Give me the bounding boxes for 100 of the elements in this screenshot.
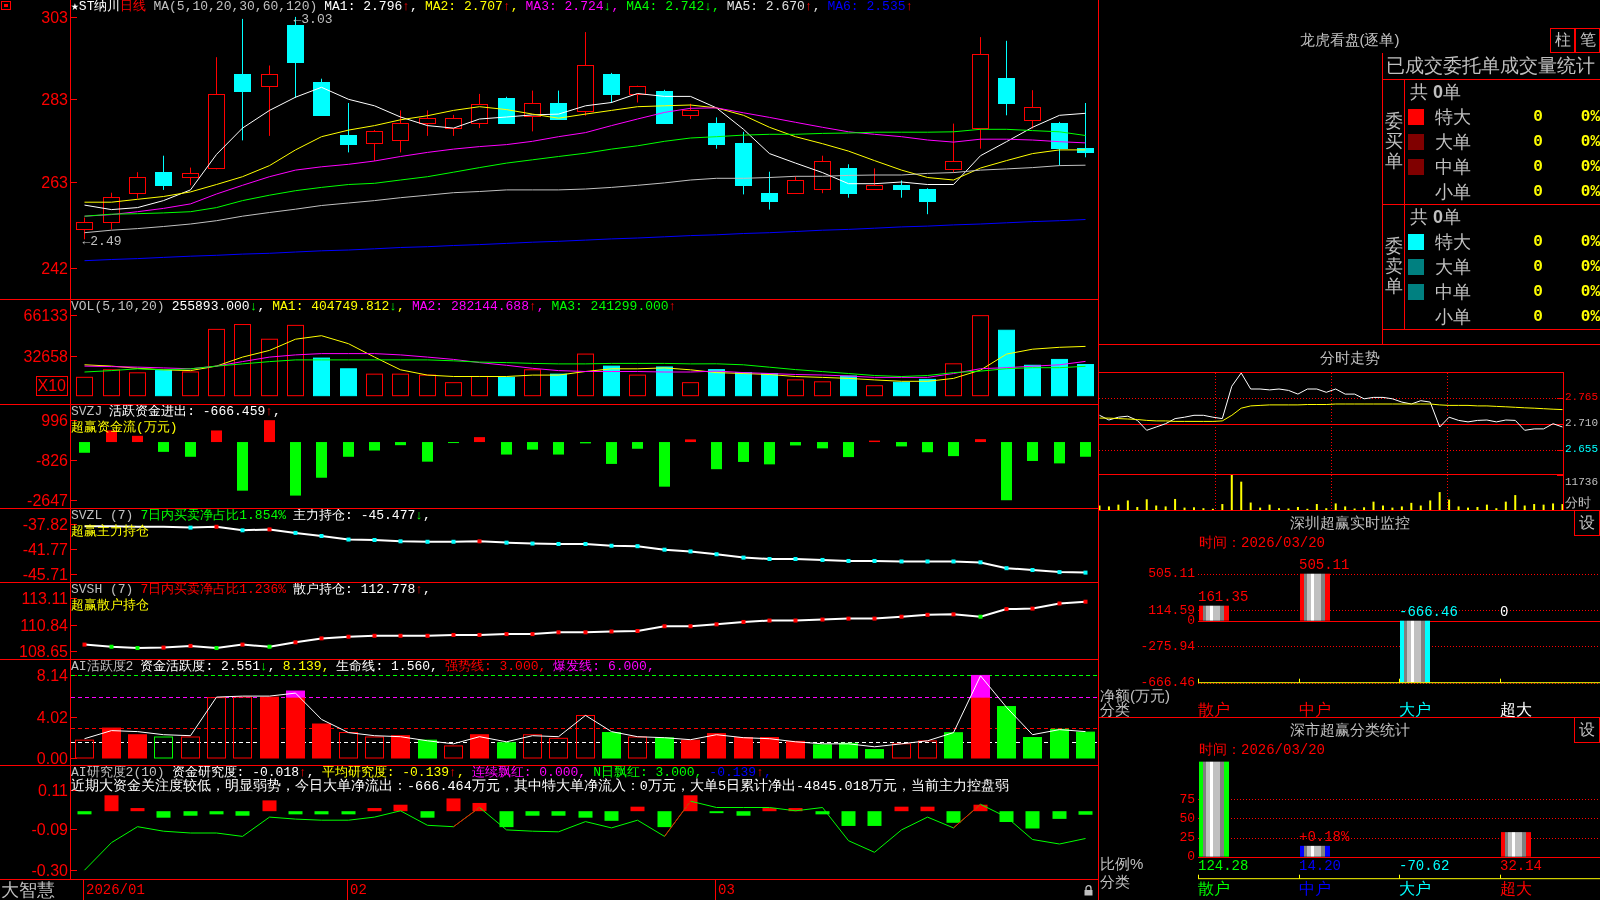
indicator-value: 255893.000↓, [171,300,266,314]
axis-tick-label: 114.59 [1148,604,1195,616]
axis-tick-label: 263 [41,173,68,191]
indicator-value: MA5: 2.670↑, [726,0,821,14]
order-size-label: 小单 [1434,180,1471,204]
indicator-name: SVSH (7) [71,583,134,597]
value-label: 124.28 [1198,858,1249,874]
axis-tick-label: 242 [41,259,68,277]
value-label: -666.46 [1399,603,1458,620]
indicator-title: 超赢主力持仓 [71,524,149,539]
unit-label: X10 [35,376,68,396]
period-label: 日线 [120,0,147,14]
value-label: 32.14 [1500,858,1542,874]
axis-tick-label: 108.65 [19,642,68,660]
value-label: -70.62 [1399,858,1450,874]
axis-tick-label: 303 [41,8,68,26]
date-axis-label: 03 [715,880,735,900]
axis-tick-label: 283 [41,90,68,108]
axis-tick-label: 25 [1179,832,1195,844]
order-share: 0% [1580,233,1600,252]
order-size-label: 大单 [1434,256,1471,279]
category-label: 中户 [1299,882,1331,896]
axis-tick-label: 505.11 [1148,568,1195,580]
order-count: 0 [1533,182,1543,201]
order-share: 0% [1580,157,1600,176]
indicator-value: MA3: 2.724↓, [525,0,620,14]
date-label: 时间：2026/03/20 [1199,742,1325,759]
indicator-value: MA3: 241299.000↑ [551,300,677,314]
order-share: 0% [1580,133,1600,151]
panel-title: 深市超赢分类统计 [1289,721,1410,740]
indicator-value: MA1: 2.796↑, [324,0,418,14]
axis-tick-label: 0 [1187,615,1195,627]
category-label: 大户 [1399,882,1431,896]
order-count: 0 [1533,282,1543,301]
order-share: 0% [1580,182,1600,201]
order-count: 0 [1533,133,1543,151]
axis-tick-label: 66133 [23,306,68,324]
order-share: 0% [1580,282,1600,301]
axis-tick-label: 0.00 [36,749,68,767]
panel-title: 龙虎看盘(逐单) [1299,31,1400,50]
axis-tick-label: -37.82 [22,515,68,533]
order-size-label: 特大 [1434,106,1471,130]
indicator-value: MA1: 404749.812↓, [272,300,405,314]
price-annotation: ←2.49 [82,234,122,250]
indicator-name: MA(5,10,20,30,60,120) [153,0,318,14]
order-share: 0% [1580,307,1600,326]
panel-title: 分时走势 [1319,349,1380,368]
indicator-value: 生命线: 1.560, [336,660,438,674]
axis-tick-label: 996 [41,411,68,429]
panel-title: 深圳超赢实时监控 [1289,514,1410,533]
order-count: 0 [1533,258,1543,276]
indicator-title: 超赢散户持仓 [71,598,149,613]
order-total: 共 0单 [1410,206,1462,230]
axis-tick-label: 75 [1179,793,1195,805]
category-label: 中户 [1299,703,1331,717]
axis-tick-label: -826 [35,451,68,469]
value-label: 505.11 [1299,556,1350,573]
indicator-value: 7日内买卖净占比1.236% [140,583,287,597]
value-label: 14.20 [1299,858,1341,874]
order-total: 共 0单 [1410,81,1462,105]
table-title: 已成交委托单成交量统计 [1383,53,1600,80]
indicator-value: MA2: 282144.688↑, [411,300,545,314]
order-count: 0 [1533,108,1543,127]
order-size-label: 中单 [1434,155,1471,179]
order-count: 0 [1533,233,1543,252]
value-label: 161.35 [1198,588,1249,605]
axis-tick-label: 32658 [23,347,68,365]
date-axis-label: 2026/01 [83,880,145,900]
group-label: 委买单 [1384,112,1403,172]
axis-label: 分类 [1100,703,1130,717]
app-name-label: 大智慧 [1,880,55,900]
axis-label: 净额(万元) [1100,689,1170,703]
axis-label: 比例% [1100,857,1144,871]
axis-tick-label: 110.84 [20,616,68,634]
indicator-name: SVZJ [71,405,103,419]
indicator-name: VOL(5,10,20) [71,300,165,314]
category-label: 散户 [1198,882,1230,896]
axis-tick-label: 0 [1187,851,1195,863]
axis-tick-label: -45.71 [22,565,68,583]
indicator-name: SVZL (7) [71,509,134,523]
axis-tick-label: 113.11 [21,589,68,607]
indicator-value: MA4: 2.742↓, [626,0,720,14]
axis-label: 分时 [1565,496,1591,510]
stock-name: ★ST纳川 [71,0,121,14]
axis-tick-label: 2.765 [1565,389,1598,404]
axis-tick-label: -2647 [27,491,68,509]
axis-tick-label: 4.02 [36,708,68,726]
order-size-label: 特大 [1434,231,1471,255]
indicator-value: 强势线: 3.000, [444,660,547,674]
category-label: 超大 [1500,703,1532,717]
category-label: 大户 [1399,703,1431,717]
axis-tick-label: 8.14 [36,666,68,684]
axis-tick-label: 0.11 [38,781,68,799]
indicator-title: 超赢资金流(万元) [71,420,178,435]
axis-tick-label: 11736 [1565,475,1598,489]
indicator-value: 活跃资金进出: -666.459↑, [109,405,281,419]
indicator-value: 爆发线: 6.000, [553,660,655,674]
axis-tick-label: -275.94 [1140,640,1195,652]
order-size-label: 大单 [1434,131,1471,154]
axis-label: 分类 [1100,875,1130,889]
